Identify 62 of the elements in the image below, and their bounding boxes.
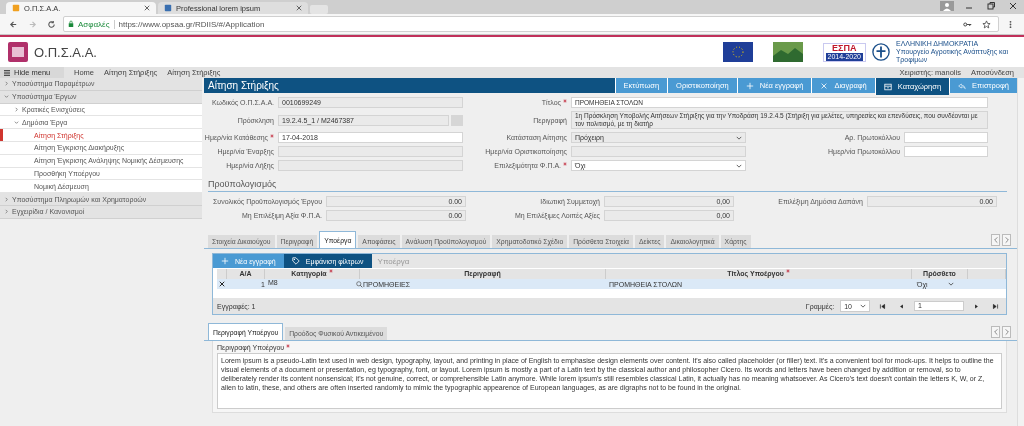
chevron-right-icon bbox=[1004, 236, 1009, 244]
scroll-left-button[interactable] bbox=[991, 326, 1000, 338]
caret-icon bbox=[947, 282, 954, 286]
scroll-right-button[interactable] bbox=[1002, 326, 1011, 338]
emblem-icon bbox=[872, 43, 890, 61]
section-title: Προϋπολογισμός bbox=[208, 179, 1007, 192]
grid-title: Υποέργα bbox=[376, 256, 410, 266]
star-icon[interactable] bbox=[982, 19, 991, 29]
chevron-left-icon bbox=[993, 236, 998, 244]
tag-icon bbox=[291, 257, 300, 265]
previous-page-icon[interactable] bbox=[898, 302, 905, 310]
back-arrow-icon[interactable] bbox=[9, 19, 18, 29]
reply-arrow-icon bbox=[958, 81, 967, 90]
url-text: https://www.opsaa.gr/RDIIS/#/Application bbox=[118, 19, 265, 29]
plus-icon bbox=[221, 257, 229, 265]
page-icon bbox=[164, 4, 172, 12]
input-field[interactable] bbox=[904, 146, 988, 157]
chevron-down-icon bbox=[14, 119, 19, 125]
chevron-right-icon bbox=[1004, 328, 1009, 336]
caret-icon bbox=[736, 163, 742, 168]
last-page-icon[interactable] bbox=[992, 302, 999, 310]
chevron-right-icon bbox=[14, 107, 19, 112]
first-page-icon[interactable] bbox=[879, 302, 886, 310]
next-page-icon[interactable] bbox=[973, 302, 980, 310]
delete-row-icon[interactable] bbox=[219, 281, 225, 287]
page-title: Αίτηση Στήριξης bbox=[207, 80, 279, 91]
close-icon[interactable] bbox=[296, 5, 302, 11]
plus-icon bbox=[745, 81, 754, 90]
lock-icon bbox=[68, 20, 74, 28]
reload-icon[interactable] bbox=[47, 19, 56, 29]
scroll-left-button[interactable] bbox=[991, 234, 1000, 246]
required-asterisk-icon bbox=[270, 134, 274, 138]
caret-icon bbox=[736, 135, 742, 140]
chevron-right-icon bbox=[4, 196, 9, 202]
search-icon[interactable] bbox=[356, 280, 363, 288]
chevron-left-icon bbox=[993, 328, 998, 336]
secure-label: Ασφαλές bbox=[78, 19, 115, 29]
caret-icon bbox=[860, 304, 866, 308]
required-asterisk-icon bbox=[286, 344, 291, 348]
required-asterisk-icon bbox=[563, 99, 567, 103]
required-asterisk-icon bbox=[563, 162, 567, 166]
scroll-right-button[interactable] bbox=[1002, 234, 1011, 246]
chevron-down-icon bbox=[4, 94, 9, 100]
key-icon[interactable] bbox=[963, 19, 972, 29]
menu-icon bbox=[4, 69, 10, 76]
user-icon[interactable] bbox=[940, 1, 954, 11]
required-asterisk-icon bbox=[785, 269, 790, 273]
chevron-right-icon bbox=[4, 81, 9, 87]
archive-box-icon bbox=[883, 82, 892, 91]
restore-icon[interactable] bbox=[984, 1, 998, 11]
close-icon bbox=[820, 81, 829, 90]
eu-flag-icon bbox=[722, 42, 753, 62]
required-asterisk-icon bbox=[328, 269, 333, 273]
chevron-right-icon bbox=[4, 209, 9, 215]
landscape-logo-icon bbox=[772, 42, 803, 62]
espa-title: ΕΣΠΑ bbox=[832, 43, 857, 53]
app-title: Ο.Π.Σ.Α.Α. bbox=[34, 44, 97, 60]
close-icon[interactable] bbox=[144, 5, 150, 11]
address-bar[interactable]: Ασφαλές https://www.opsaa.gr/RDIIS/#/Application bbox=[63, 16, 999, 32]
input-field[interactable] bbox=[904, 132, 988, 143]
logo-icon bbox=[8, 42, 28, 62]
page-icon bbox=[12, 4, 20, 12]
